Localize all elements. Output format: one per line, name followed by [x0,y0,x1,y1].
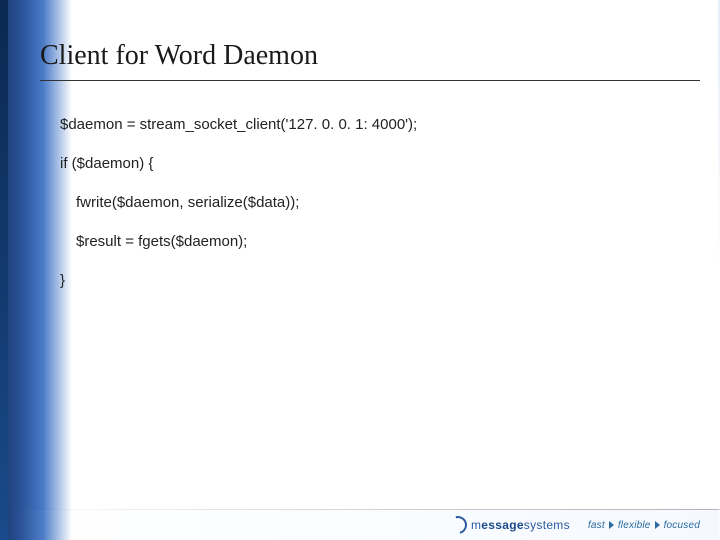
logo-text: messagesystems [471,518,570,532]
tagline-word: flexible [618,520,651,531]
code-block: $daemon = stream_socket_client('127. 0. … [40,105,700,300]
logo-part: m [471,518,481,532]
logo-part: systems [524,518,570,532]
tagline-word: focused [664,520,700,531]
code-line: $result = fgets($daemon); [60,222,700,261]
content-area: Client for Word Daemon $daemon = stream_… [40,40,700,300]
logo-swirl-icon [446,513,471,538]
separator-icon [655,521,660,529]
slide-title: Client for Word Daemon [40,40,700,81]
logo: messagesystems [449,516,570,534]
slide: Client for Word Daemon $daemon = stream_… [0,0,720,540]
code-line: $daemon = stream_socket_client('127. 0. … [60,105,700,144]
code-line: } [60,261,700,300]
footer: messagesystems fast flexible focused [0,510,720,540]
logo-part-bold: essage [481,518,524,532]
code-line: fwrite($daemon, serialize($data)); [60,183,700,222]
separator-icon [609,521,614,529]
tagline: fast flexible focused [588,520,700,531]
tagline-word: fast [588,520,605,531]
code-line: if ($daemon) { [60,144,700,183]
